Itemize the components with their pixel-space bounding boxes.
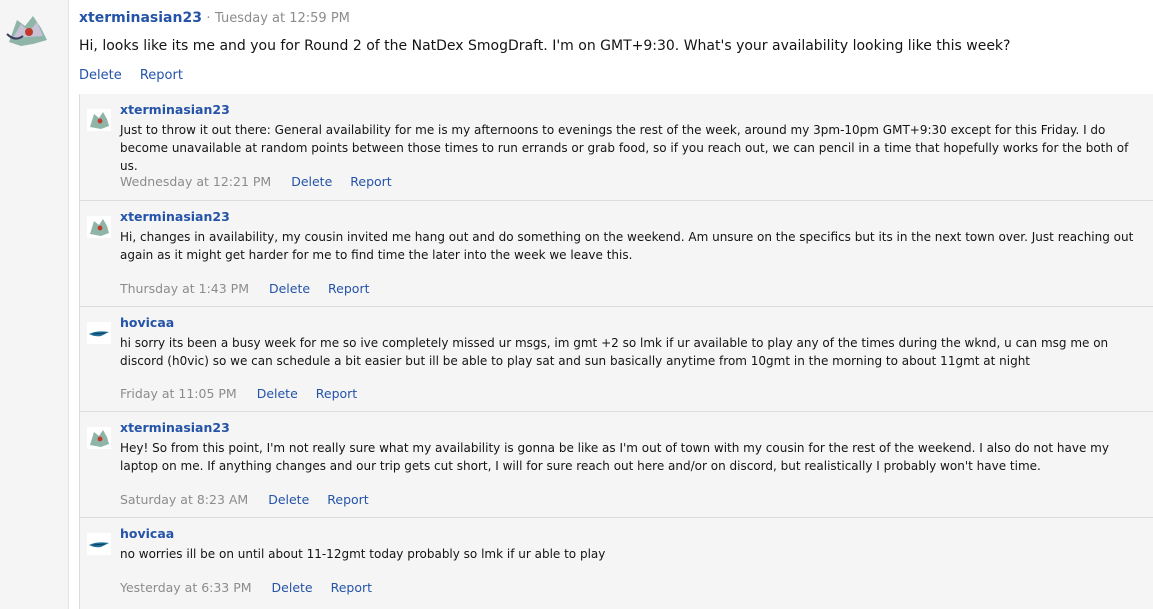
- comment-avatar-hovicaa[interactable]: [87, 322, 111, 344]
- comment-item: xterminasian23 Hi, changes in availabili…: [80, 200, 1153, 306]
- post-delete-link[interactable]: Delete: [79, 68, 122, 83]
- post-header: xterminasian23 · Tuesday at 12:59 PM: [79, 10, 350, 26]
- comment-username[interactable]: xterminasian23: [120, 209, 230, 224]
- user-avatar-xterminasian23[interactable]: [3, 12, 49, 48]
- comment-actions: Thursday at 1:43 PM Delete Report: [120, 281, 383, 296]
- comment-text: Hey! So from this point, I'm not really …: [120, 441, 1109, 473]
- comment-timestamp[interactable]: Thursday at 1:43 PM: [120, 281, 249, 296]
- comment-timestamp[interactable]: Friday at 11:05 PM: [120, 386, 237, 401]
- comment-item: xterminasian23 Hey! So from this point, …: [80, 411, 1153, 517]
- comment-timestamp[interactable]: Saturday at 8:23 AM: [120, 492, 248, 507]
- comment-username[interactable]: xterminasian23: [120, 102, 230, 117]
- comment-report-link[interactable]: Report: [327, 492, 368, 507]
- comment-report-link[interactable]: Report: [328, 281, 369, 296]
- comment-report-link[interactable]: Report: [350, 174, 391, 189]
- post-actions: Delete Report: [79, 68, 197, 83]
- comment-avatar-xterminasian23[interactable]: [87, 427, 111, 449]
- comment-actions: Friday at 11:05 PM Delete Report: [120, 386, 371, 401]
- comment-username[interactable]: xterminasian23: [120, 420, 230, 435]
- comment-timestamp[interactable]: Wednesday at 12:21 PM: [120, 174, 271, 189]
- comment-timestamp[interactable]: Yesterday at 6:33 PM: [120, 580, 252, 595]
- comment-report-link[interactable]: Report: [316, 386, 357, 401]
- comment-actions: Saturday at 8:23 AM Delete Report: [120, 492, 383, 507]
- comment-avatar-xterminasian23[interactable]: [87, 109, 111, 131]
- comment-username[interactable]: hovicaa: [120, 315, 174, 330]
- comment-delete-link[interactable]: Delete: [268, 492, 309, 507]
- left-rail: [0, 0, 69, 609]
- comment-text: Just to throw it out there: General avai…: [120, 123, 1129, 173]
- comment-item: hovicaa hi sorry its been a busy week fo…: [80, 306, 1153, 411]
- comment-username[interactable]: hovicaa: [120, 526, 174, 541]
- comment-report-link[interactable]: Report: [331, 580, 372, 595]
- post-timestamp[interactable]: Tuesday at 12:59 PM: [215, 11, 350, 26]
- comment-actions: Yesterday at 6:33 PM Delete Report: [120, 580, 386, 595]
- comment-text: hi sorry its been a busy week for me so …: [120, 336, 1109, 368]
- post-report-link[interactable]: Report: [140, 68, 183, 83]
- post-separator: ·: [206, 11, 211, 26]
- comment-actions: Wednesday at 12:21 PM Delete Report: [120, 174, 406, 189]
- comment-item: xterminasian23 Just to throw it out ther…: [80, 94, 1153, 199]
- comment-text: no worries ill be on until about 11-12gm…: [120, 547, 606, 561]
- comment-avatar-hovicaa[interactable]: [87, 533, 111, 555]
- post-body: Hi, looks like its me and you for Round …: [79, 38, 1011, 54]
- comment-list: xterminasian23 Just to throw it out ther…: [79, 94, 1153, 609]
- comment-text: Hi, changes in availability, my cousin i…: [120, 230, 1134, 262]
- comment-delete-link[interactable]: Delete: [291, 174, 332, 189]
- comment-avatar-xterminasian23[interactable]: [87, 216, 111, 238]
- comment-delete-link[interactable]: Delete: [257, 386, 298, 401]
- post-username[interactable]: xterminasian23: [79, 10, 202, 26]
- comment-delete-link[interactable]: Delete: [272, 580, 313, 595]
- comment-delete-link[interactable]: Delete: [269, 281, 310, 296]
- comment-item: hovicaa no worries ill be on until about…: [80, 517, 1153, 606]
